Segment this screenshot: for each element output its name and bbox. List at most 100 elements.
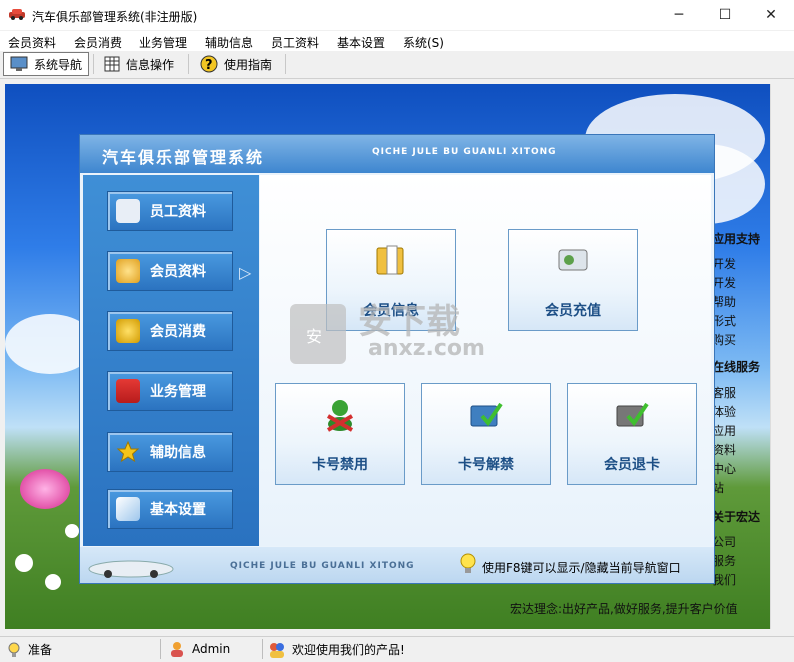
- flower: [20, 469, 70, 509]
- right-text: 体验: [712, 405, 737, 419]
- toolbar-nav-label: 系统导航: [34, 57, 83, 72]
- right-text: 我们: [712, 573, 737, 587]
- status-icon: [8, 642, 20, 657]
- card-number-unban[interactable]: 卡号解禁: [421, 383, 551, 485]
- right-text: 公司: [712, 535, 737, 549]
- car-icon: [88, 560, 174, 578]
- nav-business-button[interactable]: 业务管理: [107, 371, 233, 411]
- help-icon: ?: [200, 55, 218, 73]
- coins-icon: [116, 319, 140, 343]
- car-app-icon: [9, 9, 25, 20]
- toolbar-nav-button[interactable]: 系统导航: [3, 52, 90, 76]
- nav-label: 基本设置: [150, 502, 206, 518]
- grid-icon: [104, 56, 120, 72]
- chevron-right-icon: ▷: [239, 263, 252, 282]
- flower: [15, 554, 33, 572]
- nav-label: 会员消费: [150, 324, 206, 340]
- monitor-icon: [116, 379, 140, 403]
- nav-label: 会员资料: [150, 264, 206, 280]
- card-label: 卡号禁用: [312, 457, 368, 473]
- status-separator: [262, 639, 263, 659]
- toolbar-separator: [285, 54, 286, 74]
- status-welcome-label: 欢迎使用我们的产品!: [292, 643, 405, 657]
- menu-bar: 会员资料 会员消费 业务管理 辅助信息 员工资料 基本设置 系统(S): [0, 31, 794, 51]
- nav-consume-button[interactable]: 会员消费: [107, 311, 233, 351]
- slogan-text: 宏达理念:出好产品,做好服务,提升客户价值: [510, 602, 738, 616]
- right-text: 购买: [712, 333, 737, 347]
- settings-icon: [116, 497, 140, 521]
- right-text: 服务: [712, 554, 737, 568]
- right-text: 开发: [712, 257, 737, 271]
- nav-auxiliary-button[interactable]: 辅助信息: [107, 432, 233, 472]
- card-member-recharge[interactable]: 会员充值: [508, 229, 638, 331]
- watermark-en: anxz.com: [368, 336, 485, 361]
- lightbulb-icon: [460, 553, 476, 573]
- toolbar-help-label: 使用指南: [224, 57, 273, 72]
- nav-staff-button[interactable]: 员工资料: [107, 191, 233, 231]
- panel-footer: QICHE JULE BU GUANLI XITONG 使用F8键可以显示/隐藏…: [80, 547, 714, 583]
- title-bar: 汽车俱乐部管理系统(非注册版) ─ ☐ ✕: [0, 0, 794, 30]
- right-text: 资料: [712, 443, 737, 457]
- toolbar-help-button[interactable]: ? 使用指南: [194, 52, 278, 76]
- svg-text:?: ?: [205, 58, 213, 73]
- card-number-ban[interactable]: 卡号禁用: [275, 383, 405, 485]
- status-user: Admin: [168, 641, 230, 657]
- status-bar: 准备 Admin 欢迎使用我们的产品!: [0, 636, 794, 662]
- toolbar-info-button[interactable]: 信息操作: [98, 52, 180, 76]
- menu-member-consume[interactable]: 会员消费: [74, 34, 122, 51]
- panel-title: 汽车俱乐部管理系统: [102, 148, 265, 167]
- staff-icon: [116, 199, 140, 223]
- right-text: 帮助: [712, 295, 737, 309]
- card-member-refund[interactable]: 会员退卡: [567, 383, 697, 485]
- monitor-icon: [10, 56, 28, 71]
- ban-icon: [326, 400, 354, 432]
- minimize-button[interactable]: ─: [656, 0, 702, 30]
- menu-member-data[interactable]: 会员资料: [8, 34, 56, 51]
- folder-icon: [376, 245, 404, 275]
- right-text: 形式: [712, 314, 737, 328]
- shield-bag-icon: 安: [290, 304, 346, 364]
- right-text: 应用: [712, 424, 737, 438]
- flower: [65, 524, 79, 538]
- menu-business[interactable]: 业务管理: [139, 34, 187, 51]
- recharge-icon: [558, 249, 588, 271]
- right-text: 开发: [712, 276, 737, 290]
- toolbar-separator: [93, 54, 94, 74]
- card-label: 卡号解禁: [458, 457, 514, 473]
- nav-label: 辅助信息: [150, 445, 206, 461]
- menu-system[interactable]: 系统(S): [403, 34, 444, 51]
- nav-settings-button[interactable]: 基本设置: [107, 489, 233, 529]
- refund-icon: [616, 402, 649, 427]
- nav-label: 业务管理: [150, 384, 206, 400]
- status-user-label: Admin: [192, 642, 231, 656]
- maximize-button[interactable]: ☐: [702, 0, 748, 30]
- status-ready-label: 准备: [28, 643, 53, 657]
- menu-auxiliary[interactable]: 辅助信息: [205, 34, 253, 51]
- nav-member-button[interactable]: 会员资料: [107, 251, 233, 291]
- unban-icon: [470, 402, 503, 427]
- nav-label: 员工资料: [150, 204, 206, 220]
- right-text: 应用支持: [712, 232, 761, 246]
- card-label: 会员退卡: [604, 457, 660, 473]
- menu-staff[interactable]: 员工资料: [271, 34, 319, 51]
- vertical-scrollbar[interactable]: [770, 84, 788, 629]
- watermark: 安 安下载 anxz.com: [288, 290, 485, 371]
- right-text: 关于宏达: [712, 510, 761, 524]
- right-text: 中心: [712, 462, 737, 476]
- user-icon: [171, 642, 183, 657]
- right-text: 客服: [712, 386, 737, 400]
- close-button[interactable]: ✕: [748, 0, 794, 30]
- status-ready: 准备: [6, 641, 52, 658]
- member-icon: [116, 259, 140, 283]
- flower: [45, 574, 61, 590]
- panel-header: 汽车俱乐部管理系统 QICHE JULE BU GUANLI XITONG: [80, 135, 714, 173]
- panel-title-en: QICHE JULE BU GUANLI XITONG: [372, 147, 557, 157]
- window-title: 汽车俱乐部管理系统(非注册版): [32, 10, 198, 24]
- toolbar-info-label: 信息操作: [126, 57, 175, 72]
- star-icon: [116, 440, 140, 463]
- svg-text:安: 安: [306, 327, 322, 346]
- status-separator: [160, 639, 161, 659]
- right-text: 在线服务: [712, 360, 761, 374]
- card-label: 会员充值: [545, 303, 601, 319]
- menu-settings[interactable]: 基本设置: [337, 34, 385, 51]
